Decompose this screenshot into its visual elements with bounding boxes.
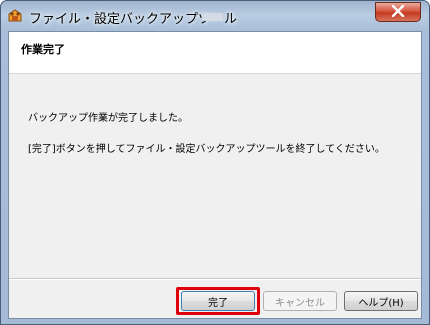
button-divider (9, 278, 421, 280)
title-bar[interactable]: ファイル・設定バックアップツール (1, 1, 429, 31)
close-icon (391, 4, 405, 20)
help-button[interactable]: ヘルプ(H) (344, 291, 418, 311)
instruction-message: [完了]ボタンを押してファイル・設定バックアップツールを終了してください。 (28, 144, 385, 155)
cancel-button[interactable]: キャンセル (263, 291, 337, 311)
app-icon (7, 8, 23, 24)
title-bar-fragment (203, 13, 223, 21)
dialog-window: ファイル・設定バックアップツール 作業完了 バックアップ作業が完了しました。 [… (0, 0, 430, 325)
page-header: 作業完了 (9, 32, 421, 74)
close-button[interactable] (375, 2, 421, 22)
page-title: 作業完了 (21, 43, 65, 56)
finish-button[interactable]: 完了 (181, 291, 255, 311)
completion-message: バックアップ作業が完了しました。 (28, 113, 188, 124)
dialog-body: 作業完了 バックアップ作業が完了しました。 [完了]ボタンを押してファイル・設定… (8, 31, 422, 319)
